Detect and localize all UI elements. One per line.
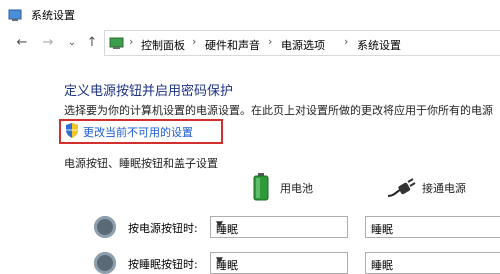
recent-locations-button[interactable]: ⌄ [64, 35, 80, 51]
column-header-battery: 用电池 [280, 182, 313, 195]
breadcrumb-item[interactable]: 控制面板 [141, 37, 185, 53]
sleep-button-ac-select[interactable]: 睡眠 [365, 252, 500, 274]
sleep-button-label: 按睡眠按钮时: [128, 258, 198, 271]
title-bar: 系统设置 [0, 0, 500, 30]
select-value: 睡眠 [371, 259, 393, 272]
select-value: 睡眠 [371, 223, 393, 236]
power-button-icon [94, 216, 116, 238]
forward-button[interactable]: → [40, 35, 56, 51]
uac-shield-icon [66, 123, 78, 138]
chevron-down-icon: ▼ [216, 256, 223, 266]
sleep-button-battery-select[interactable]: 睡眠 ▼ [210, 252, 348, 274]
section-title: 电源按钮、睡眠按钮和盖子设置 [64, 157, 218, 170]
column-header-plugged-in: 接通电源 [422, 182, 466, 195]
up-button[interactable]: ↑ [84, 35, 100, 51]
breadcrumb-item-current[interactable]: 系统设置 [357, 37, 401, 53]
address-dropdown-button[interactable] [486, 31, 500, 55]
address-bar[interactable]: › 控制面板 › 硬件和声音 › 电源选项 › 系统设置 [104, 30, 500, 56]
window-title: 系统设置 [31, 9, 75, 22]
breadcrumb-separator: › [192, 35, 197, 48]
breadcrumb-item[interactable]: 硬件和声音 [205, 37, 260, 53]
breadcrumb-separator: › [268, 35, 273, 48]
breadcrumb-separator: › [129, 35, 134, 48]
power-button-label: 按电源按钮时: [128, 222, 198, 235]
breadcrumb-item[interactable]: 电源选项 [281, 37, 325, 53]
battery-icon [253, 173, 269, 201]
back-button[interactable]: ← [14, 35, 30, 51]
breadcrumb-separator: › [344, 35, 349, 48]
control-panel-icon [109, 37, 124, 49]
power-button-ac-select[interactable]: 睡眠 [365, 216, 500, 238]
sleep-button-icon [94, 252, 116, 274]
power-button-battery-select[interactable]: 睡眠 ▼ [210, 216, 348, 238]
change-unavailable-settings-link[interactable]: 更改当前不可用的设置 [83, 124, 193, 140]
page-title: 定义电源按钮并启用密码保护 [64, 84, 234, 99]
power-plug-icon [387, 178, 416, 197]
chevron-down-icon: ▼ [216, 220, 223, 230]
page-description: 选择要为你的计算机设置的电源设置。在此页上对设置所做的更改将应用于你所有的电源 [64, 104, 493, 117]
control-panel-icon [8, 9, 22, 21]
